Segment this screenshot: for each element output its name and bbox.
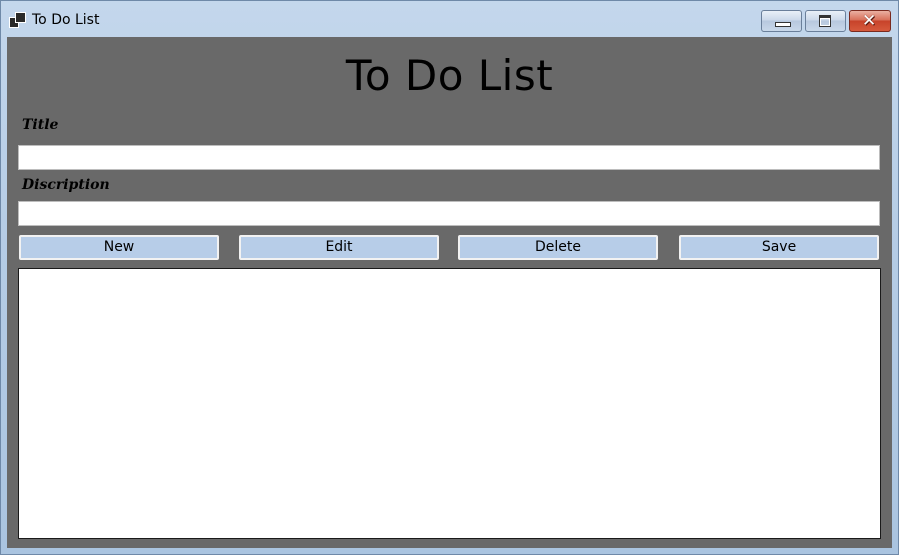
app-window: To Do List ✕ To Do List Title Discriptio… bbox=[0, 0, 899, 555]
description-label: Discription bbox=[22, 177, 110, 193]
save-button[interactable]: Save bbox=[679, 235, 879, 260]
close-button[interactable]: ✕ bbox=[849, 10, 891, 32]
maximize-icon bbox=[819, 15, 831, 27]
title-bar[interactable]: To Do List ✕ bbox=[1, 1, 898, 37]
page-title: To Do List bbox=[345, 51, 554, 100]
new-button[interactable]: New bbox=[19, 235, 219, 260]
todo-list-grid[interactable] bbox=[18, 268, 881, 539]
window-title: To Do List bbox=[32, 12, 100, 28]
close-icon: ✕ bbox=[862, 11, 877, 31]
title-label: Title bbox=[22, 117, 59, 133]
description-input[interactable] bbox=[18, 201, 880, 226]
delete-button[interactable]: Delete bbox=[458, 235, 658, 260]
minimize-icon bbox=[775, 22, 791, 27]
maximize-button[interactable] bbox=[805, 10, 846, 32]
edit-button[interactable]: Edit bbox=[239, 235, 439, 260]
form-client-area: To Do List Title Discription New Edit De… bbox=[7, 37, 892, 548]
minimize-button[interactable] bbox=[761, 10, 802, 32]
title-input[interactable] bbox=[18, 145, 880, 170]
app-icon[interactable] bbox=[9, 12, 26, 28]
